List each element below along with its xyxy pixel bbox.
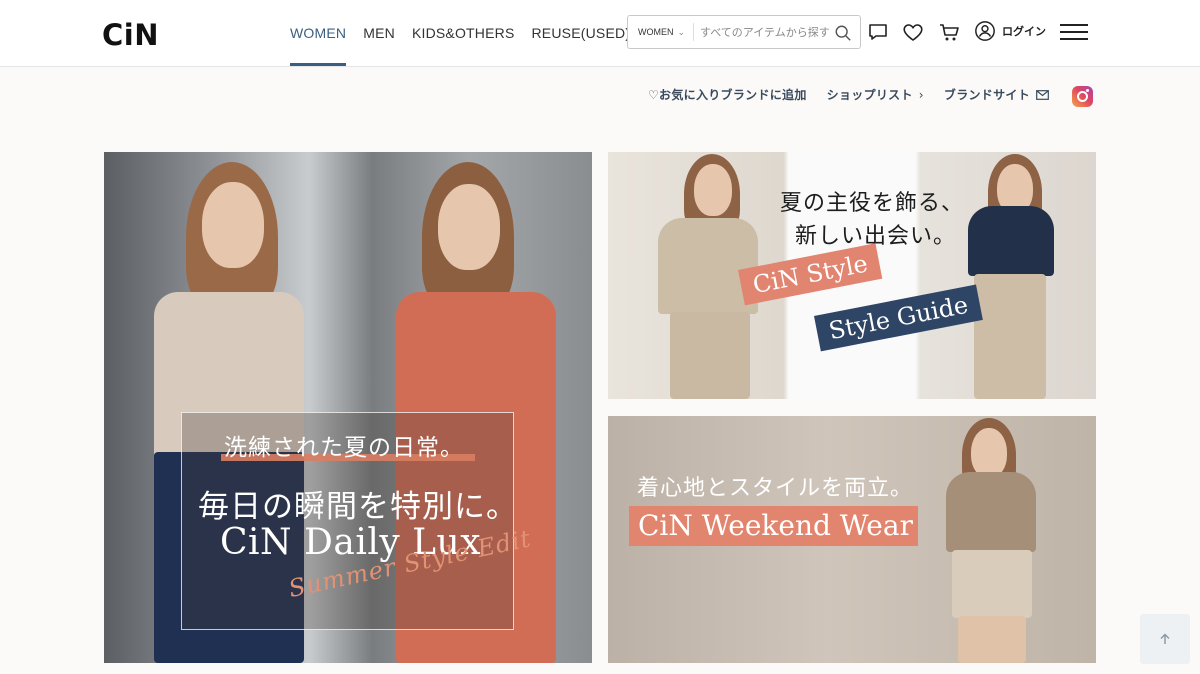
user-icon — [975, 21, 995, 41]
search-input[interactable] — [700, 25, 834, 39]
add-favorite-brand-link[interactable]: ♡お気に入りブランドに追加 — [648, 86, 807, 103]
weekend-wear-tag: CiN Weekend Wear — [629, 506, 918, 546]
brand-sublinks: ♡お気に入りブランドに追加 ショップリスト › ブランドサイト — [648, 86, 1069, 103]
chevron-down-icon: ⌄ — [677, 26, 686, 37]
login-link[interactable]: ログイン — [974, 20, 1046, 42]
add-favorite-brand-label: ♡お気に入りブランドに追加 — [648, 88, 807, 102]
chevron-right-icon: › — [918, 87, 924, 102]
shop-list-label: ショップリスト — [826, 88, 913, 102]
main-nav: WOMEN MEN KIDS&OTHERS REUSE(USED) — [290, 0, 647, 66]
nav-men[interactable]: MEN — [363, 0, 395, 66]
main-banner-title-jp: 毎日の瞬間を特別に。 — [198, 489, 518, 525]
instagram-icon[interactable] — [1072, 86, 1093, 107]
site-logo[interactable]: CiN — [102, 18, 159, 52]
search-icon[interactable] — [834, 24, 852, 42]
shop-list-link[interactable]: ショップリスト › — [827, 86, 924, 103]
menu-icon[interactable] — [1060, 24, 1088, 42]
brand-site-label: ブランドサイト — [943, 88, 1030, 102]
site-header: CiN WOMEN MEN KIDS&OTHERS REUSE(USED) WO… — [0, 0, 1200, 67]
heart-icon[interactable] — [901, 20, 925, 44]
brand-site-link[interactable]: ブランドサイト — [944, 86, 1049, 103]
login-label: ログイン — [1002, 25, 1046, 38]
cart-icon[interactable] — [937, 20, 961, 44]
mail-icon — [1036, 89, 1049, 100]
main-banner-subtitle: 洗練された夏の日常。 — [224, 435, 464, 461]
nav-kids-others[interactable]: KIDS&OTHERS — [412, 0, 515, 66]
back-to-top-button[interactable] — [1140, 614, 1190, 664]
weekend-wear-catch: 着心地とスタイルを両立。 — [637, 476, 914, 501]
search-scope-label: WOMEN — [638, 27, 674, 37]
search-bar: WOMEN ⌄ — [627, 15, 861, 49]
nav-women[interactable]: WOMEN — [290, 0, 347, 66]
style-guide-catch-line1: 夏の主役を飾る、 — [780, 191, 965, 216]
nav-reuse[interactable]: REUSE(USED) — [532, 0, 631, 66]
arrow-up-icon — [1160, 633, 1170, 644]
search-scope-select[interactable]: WOMEN ⌄ — [628, 23, 694, 41]
chat-icon[interactable] — [866, 20, 890, 44]
